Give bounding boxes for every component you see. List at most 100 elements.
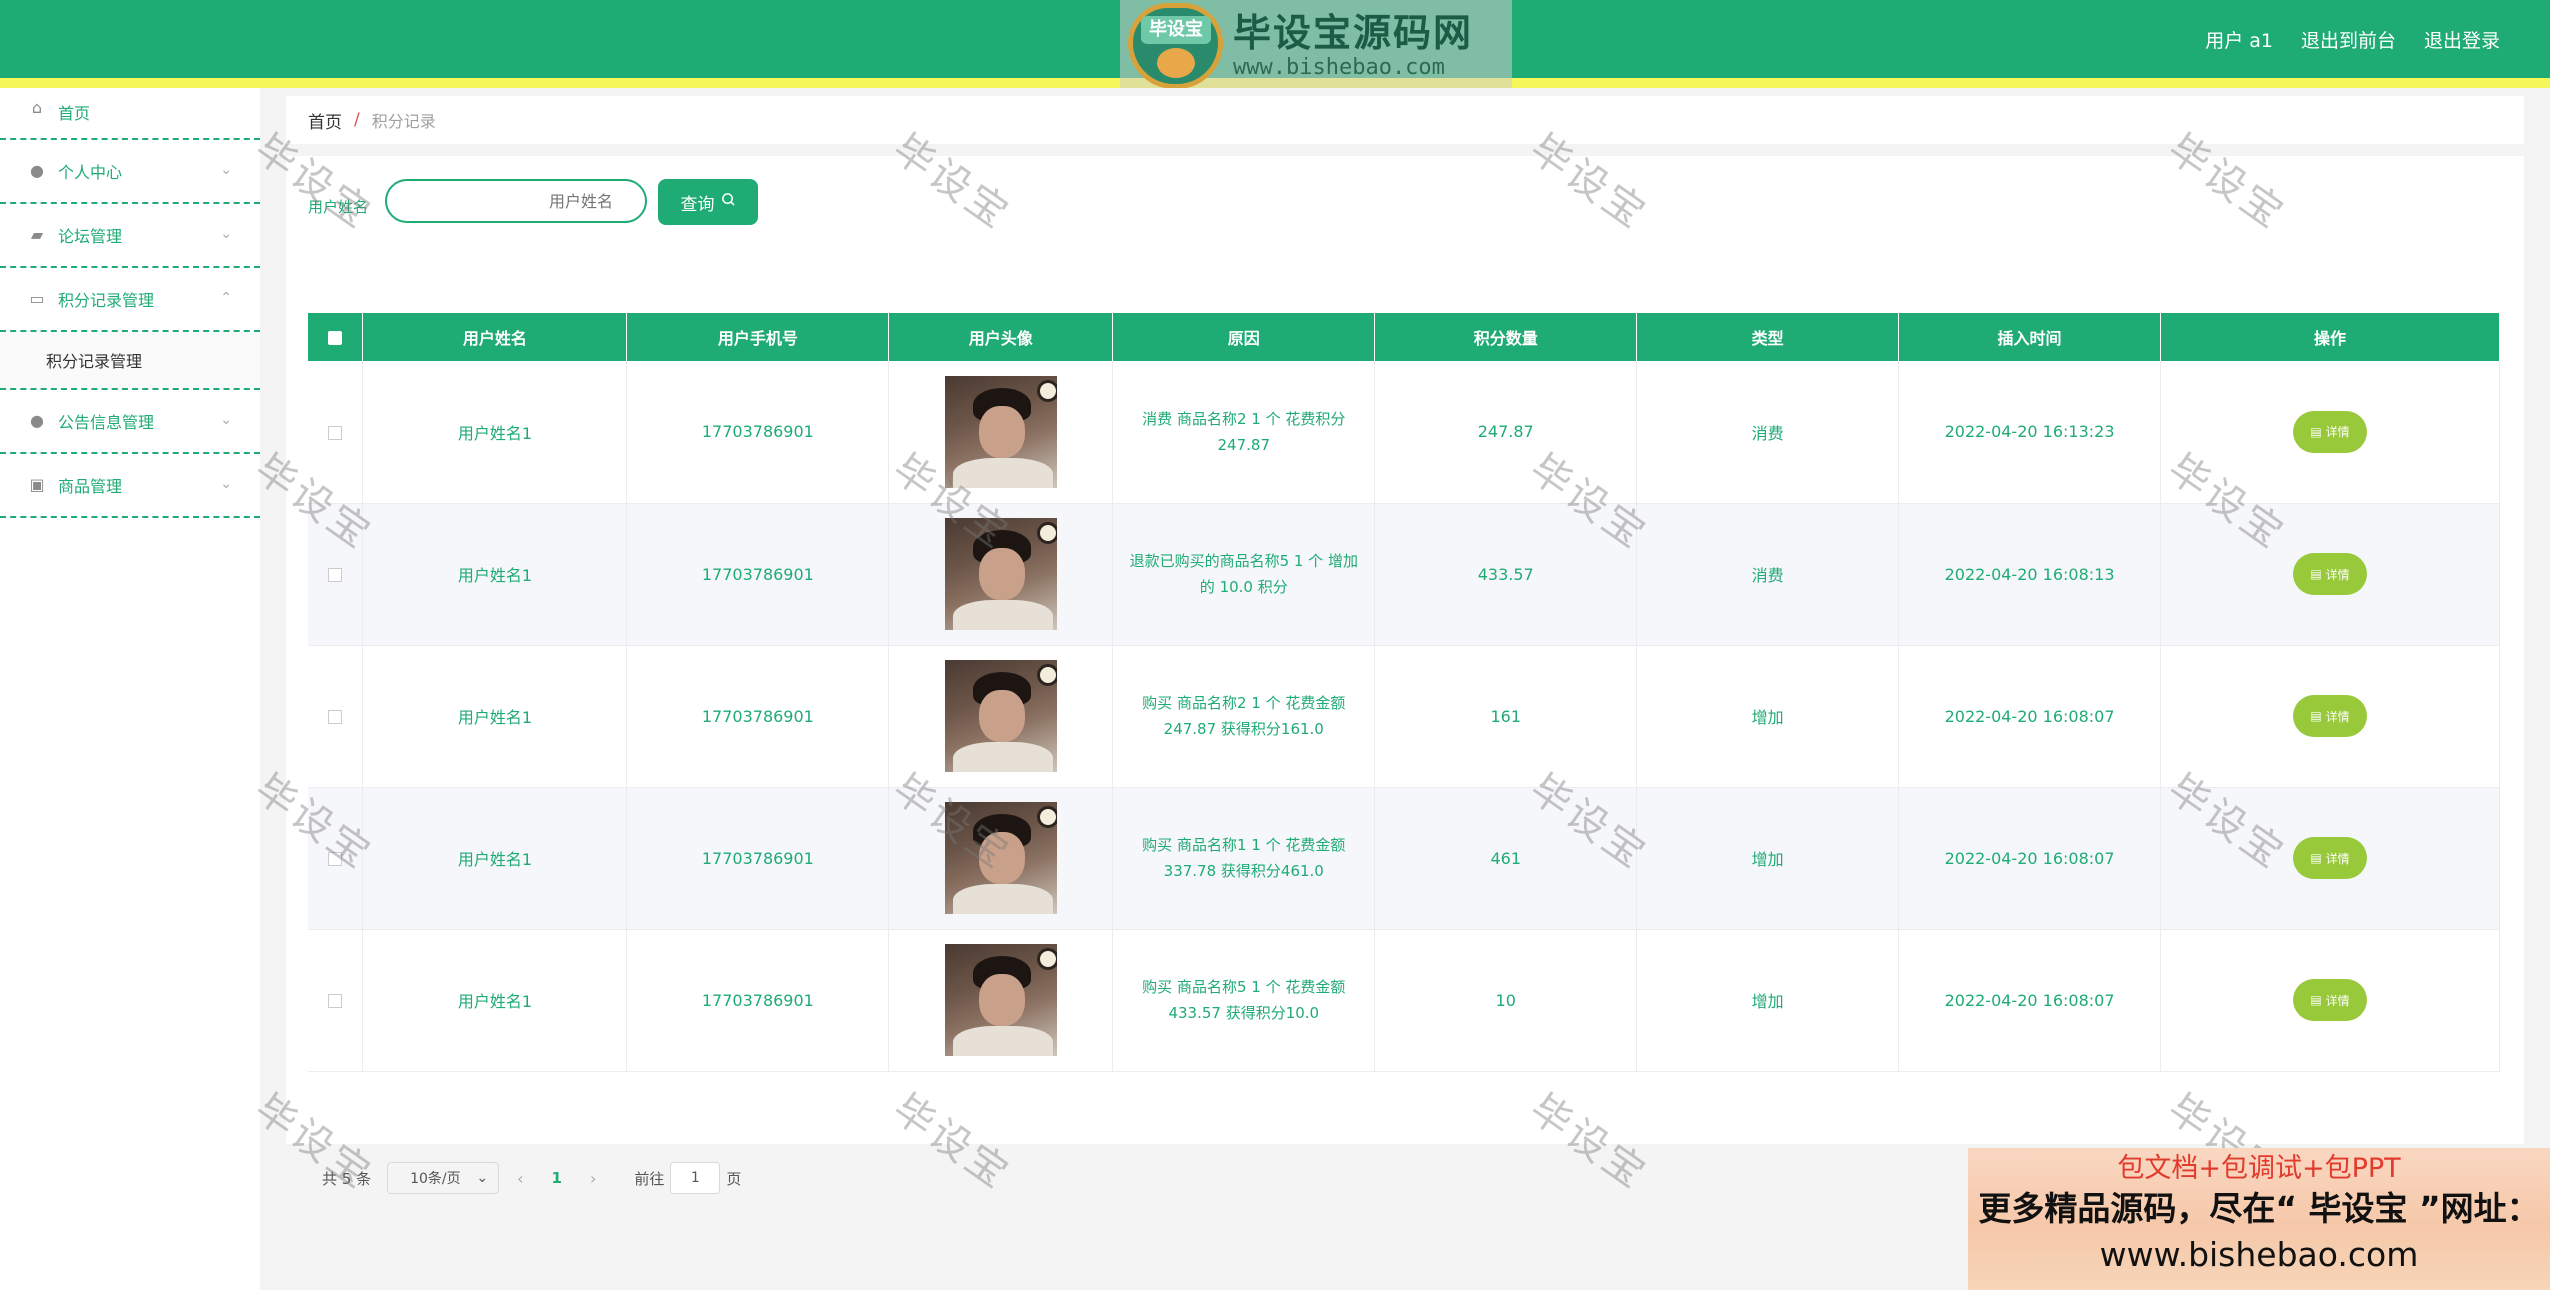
chevron-down-icon: ⌄ xyxy=(220,162,232,178)
time-cell: 2022-04-20 16:08:07 xyxy=(1898,929,2162,1072)
row-checkbox[interactable] xyxy=(328,994,343,1008)
sidebar-item-points-records[interactable]: ▭ 积分记录管理 ⌃ xyxy=(0,268,260,332)
column-header: 插入时间 xyxy=(1898,313,2162,361)
sidebar-item-home[interactable]: ⌂ 首页 xyxy=(0,88,260,140)
detail-button-label: 详情 xyxy=(2325,567,2350,582)
points-cell: 461 xyxy=(1374,787,1638,930)
row-checkbox[interactable] xyxy=(328,852,343,866)
sidebar-item-label: 个人中心 xyxy=(58,163,123,182)
home-icon: ⌂ xyxy=(31,98,43,117)
chevron-down-icon: ⌄ xyxy=(220,476,232,492)
promo-line-1: 包文档+包调试+包PPT xyxy=(2117,1153,2401,1184)
reason-cell: 消费 商品名称2 1 个 花费积分 247.87 xyxy=(1142,409,1346,454)
sidebar-item-label: 论坛管理 xyxy=(58,227,123,246)
watermark-logo-badge-text: 毕设宝 xyxy=(1141,16,1211,44)
row-checkbox[interactable] xyxy=(328,568,343,582)
next-page-icon[interactable]: › xyxy=(590,1169,596,1188)
sidebar-item-personal-center[interactable]: ● 个人中心 ⌄ xyxy=(0,140,260,204)
document-icon: ▤ xyxy=(2310,993,2322,1007)
forum-icon: ▰ xyxy=(30,225,44,244)
detail-button-label: 详情 xyxy=(2325,993,2350,1008)
points-cell: 161 xyxy=(1374,645,1638,788)
user-phone-cell: 17703786901 xyxy=(626,645,890,788)
type-cell: 增加 xyxy=(1636,929,1900,1072)
user-avatar-image xyxy=(944,518,1057,630)
column-header: 用户头像 xyxy=(888,313,1114,361)
points-cell: 247.87 xyxy=(1374,361,1638,504)
header-user-links: 用户 a1 退出到前台 退出登录 xyxy=(2205,0,2500,78)
notice-icon: ● xyxy=(30,411,44,430)
exit-to-frontend-link[interactable]: 退出到前台 xyxy=(2301,26,2396,53)
document-icon: ▤ xyxy=(2310,851,2322,865)
user-avatar-image xyxy=(944,660,1057,772)
promo-banner[interactable]: 包文档+包调试+包PPT 更多精品源码，尽在“ 毕设宝 ”网址： www.bis… xyxy=(1968,1148,2550,1290)
points-cell: 433.57 xyxy=(1374,503,1638,646)
chevron-down-icon: ⌄ xyxy=(220,412,232,428)
row-checkbox[interactable] xyxy=(328,710,343,724)
search-input[interactable] xyxy=(385,179,647,223)
points-records-table: 用户姓名 用户手机号 用户头像 原因 积分数量 类型 插入时间 操作 用户姓名1… xyxy=(308,313,2500,1072)
user-avatar-image xyxy=(944,944,1057,1056)
table-row: 用户姓名1 17703786901 退款已购买的商品名称5 1 个 增加的 10… xyxy=(308,503,2500,646)
time-cell: 2022-04-20 16:08:13 xyxy=(1898,503,2162,646)
select-all-checkbox[interactable] xyxy=(328,331,343,345)
chevron-up-icon: ⌃ xyxy=(220,290,232,306)
breadcrumb-separator: / xyxy=(354,110,360,130)
goto-page-input[interactable] xyxy=(670,1162,721,1194)
user-name-cell: 用户姓名1 xyxy=(362,361,628,504)
sidebar-item-label: 积分记录管理 xyxy=(58,291,155,310)
watermark-logo-title: 毕设宝源码网 xyxy=(1233,11,1474,55)
document-icon: ▤ xyxy=(2310,709,2322,723)
column-header: 用户姓名 xyxy=(362,313,628,361)
reason-cell: 退款已购买的商品名称5 1 个 增加的 10.0 积分 xyxy=(1129,552,1358,596)
sidebar-item-label: 公告信息管理 xyxy=(58,413,155,432)
table-row: 用户姓名1 17703786901 购买 商品名称2 1 个 花费金额 247.… xyxy=(308,645,2500,788)
user-phone-cell: 17703786901 xyxy=(626,787,890,930)
sidebar-item-announcements[interactable]: ● 公告信息管理 ⌄ xyxy=(0,390,260,454)
select-all-cell xyxy=(308,313,364,361)
user-phone-cell: 17703786901 xyxy=(626,503,890,646)
user-avatar-image xyxy=(944,802,1057,914)
goods-icon: ▣ xyxy=(29,475,45,494)
type-cell: 消费 xyxy=(1636,361,1900,504)
page-size-value: 10条/页 xyxy=(410,1171,461,1187)
logout-link[interactable]: 退出登录 xyxy=(2424,26,2500,53)
detail-button[interactable]: ▤ 详情 xyxy=(2293,553,2367,595)
row-checkbox[interactable] xyxy=(328,425,343,440)
sidebar-item-label: 首页 xyxy=(58,104,91,123)
breadcrumb-current: 积分记录 xyxy=(371,112,436,131)
user-name-cell: 用户姓名1 xyxy=(362,645,628,788)
column-header: 用户手机号 xyxy=(626,313,890,361)
current-user-label: 用户 a1 xyxy=(2205,29,2273,52)
table-header-row: 用户姓名 用户手机号 用户头像 原因 积分数量 类型 插入时间 操作 xyxy=(308,313,2500,361)
page-number-current[interactable]: 1 xyxy=(552,1169,562,1187)
user-phone-cell: 17703786901 xyxy=(626,361,890,504)
breadcrumb: 首页 / 积分记录 xyxy=(286,96,2524,144)
search-label: 用户姓名 xyxy=(308,198,369,216)
sidebar-item-forum[interactable]: ▰ 论坛管理 ⌄ xyxy=(0,204,260,268)
type-cell: 增加 xyxy=(1636,787,1900,930)
record-icon: ▭ xyxy=(29,289,45,308)
sidebar-subitem-points-records[interactable]: 积分记录管理 xyxy=(0,332,260,390)
main-area: 首页 / 积分记录 用户姓名 查询 用户姓名 用户手机号 用户头像 xyxy=(260,88,2550,1290)
detail-button-label: 详情 xyxy=(2325,709,2350,724)
points-cell: 10 xyxy=(1374,929,1638,1072)
promo-line-3: www.bishebao.com xyxy=(2099,1235,2419,1274)
user-icon: ● xyxy=(30,161,44,180)
column-header: 类型 xyxy=(1636,313,1900,361)
user-name-cell: 用户姓名1 xyxy=(362,503,628,646)
type-cell: 增加 xyxy=(1636,645,1900,788)
breadcrumb-home[interactable]: 首页 xyxy=(308,108,342,133)
detail-button[interactable]: ▤ 详情 xyxy=(2293,979,2367,1021)
detail-button[interactable]: ▤ 详情 xyxy=(2293,695,2367,737)
prev-page-icon[interactable]: ‹ xyxy=(517,1169,523,1188)
time-cell: 2022-04-20 16:08:07 xyxy=(1898,787,2162,930)
detail-button[interactable]: ▤ 详情 xyxy=(2293,837,2367,879)
sidebar-item-goods[interactable]: ▣ 商品管理 ⌄ xyxy=(0,454,260,518)
detail-button[interactable]: ▤ 详情 xyxy=(2293,410,2367,453)
page-size-select[interactable]: 10条/页 ⌄ xyxy=(387,1162,500,1194)
search-button[interactable]: 查询 xyxy=(658,179,758,225)
pagination-total: 共 5 条 xyxy=(322,1169,372,1188)
time-cell: 2022-04-20 16:08:07 xyxy=(1898,645,2162,788)
detail-button-label: 详情 xyxy=(2325,851,2350,866)
